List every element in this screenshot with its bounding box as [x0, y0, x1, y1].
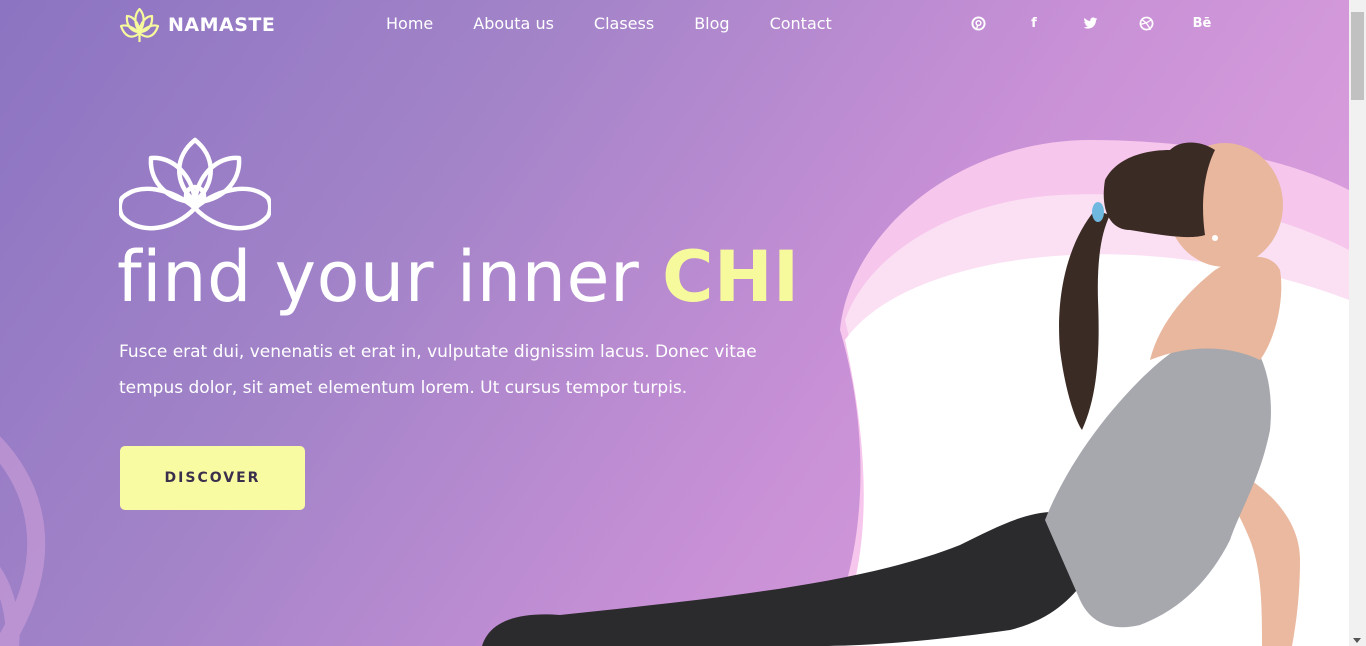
vertical-scrollbar[interactable]: [1349, 0, 1366, 646]
nav-item-blog[interactable]: Blog: [694, 14, 729, 33]
main-nav: Home Abouta us Clasess Blog Contact: [386, 14, 832, 33]
site-header: NAMASTE Home Abouta us Clasess Blog Cont…: [0, 0, 1349, 48]
yoga-woman-image: [482, 142, 1300, 646]
scroll-down-arrow-icon[interactable]: [1353, 638, 1361, 643]
behance-icon[interactable]: Bē: [1193, 14, 1212, 32]
hero-headline-accent: CHI: [662, 236, 800, 318]
facebook-icon[interactable]: f: [1026, 14, 1042, 32]
brand-name: NAMASTE: [168, 14, 276, 36]
hero-lotus-icon: [119, 137, 271, 231]
nav-item-about[interactable]: Abouta us: [473, 14, 554, 33]
hero-description: Fusce erat dui, venenatis et erat in, vu…: [119, 342, 757, 398]
page: NAMASTE Home Abouta us Clasess Blog Cont…: [0, 0, 1349, 646]
brand-logo[interactable]: NAMASTE: [119, 6, 275, 44]
twitter-icon[interactable]: [1082, 14, 1098, 32]
nav-item-contact[interactable]: Contact: [770, 14, 832, 33]
social-links: f Bē: [970, 14, 1212, 32]
scrollbar-thumb[interactable]: [1351, 12, 1364, 100]
discover-button[interactable]: DISCOVER: [120, 446, 305, 510]
nav-item-home[interactable]: Home: [386, 14, 433, 33]
nav-item-classes[interactable]: Clasess: [594, 14, 654, 33]
pinterest-icon[interactable]: [970, 14, 986, 32]
lotus-logo-icon: [119, 7, 160, 42]
hero-headline-main: find your inner: [117, 236, 663, 318]
dribbble-icon[interactable]: [1138, 14, 1154, 32]
hero-headline: find your inner CHI: [117, 232, 800, 322]
